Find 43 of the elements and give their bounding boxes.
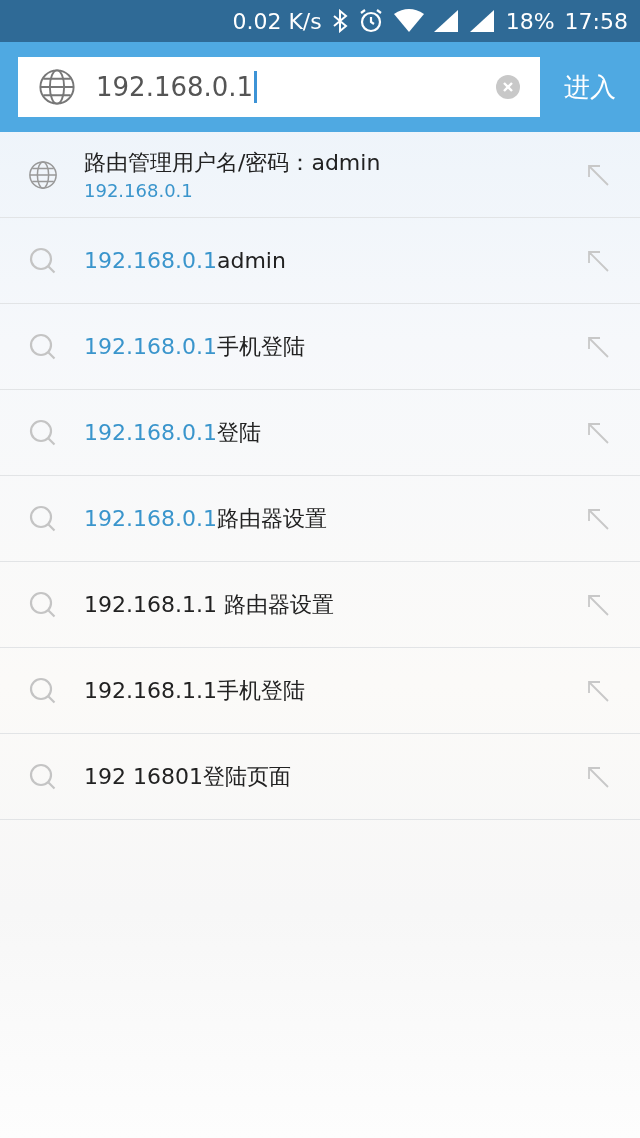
signal-icon bbox=[433, 9, 460, 33]
suggestion-item[interactable]: 路由管理用户名/密码：admin 192.168.0.1 bbox=[0, 132, 640, 218]
suggestion-text: 192 16801登陆页面 bbox=[84, 762, 292, 791]
clock: 17:58 bbox=[564, 8, 628, 34]
signal-icon bbox=[469, 9, 496, 33]
suggestion-item[interactable]: 192.168.0.1路由器设置 bbox=[0, 476, 640, 562]
arrow-icon[interactable] bbox=[586, 506, 610, 531]
arrow-icon[interactable] bbox=[586, 162, 610, 187]
search-icon bbox=[28, 761, 58, 792]
arrow-icon[interactable] bbox=[586, 248, 610, 273]
search-icon bbox=[28, 503, 58, 534]
search-icon bbox=[28, 245, 58, 276]
suggestion-url: 192.168.0.1 bbox=[84, 180, 194, 201]
suggestion-text: 192.168.0.1手机登陆 bbox=[84, 332, 306, 361]
suggestion-text: 192.168.1.1 路由器设置 bbox=[84, 590, 335, 619]
arrow-icon[interactable] bbox=[586, 764, 610, 789]
arrow-icon[interactable] bbox=[586, 420, 610, 445]
arrow-icon[interactable] bbox=[586, 334, 610, 359]
wifi-icon bbox=[393, 9, 424, 33]
network-speed: 0.02 K/s bbox=[232, 8, 322, 34]
search-icon bbox=[28, 589, 58, 620]
battery-level: 18% bbox=[505, 8, 555, 34]
search-icon bbox=[28, 675, 58, 706]
suggestion-item[interactable]: 192.168.0.1登陆 bbox=[0, 390, 640, 476]
bluetooth-icon bbox=[331, 9, 348, 33]
suggestion-text: 192.168.0.1路由器设置 bbox=[84, 504, 328, 533]
globe-icon bbox=[28, 159, 58, 190]
arrow-icon[interactable] bbox=[586, 678, 610, 703]
suggestion-item[interactable]: 192.168.0.1手机登陆 bbox=[0, 304, 640, 390]
suggestion-title: 路由管理用户名/密码：admin bbox=[84, 149, 382, 177]
search-icon bbox=[28, 417, 58, 448]
globe-icon bbox=[38, 68, 76, 106]
suggestion-text: 192.168.0.1登陆 bbox=[84, 418, 262, 447]
suggestion-item[interactable]: 192.168.0.1admin bbox=[0, 218, 640, 304]
arrow-icon[interactable] bbox=[586, 592, 610, 617]
suggestion-item[interactable]: 192 16801登陆页面 bbox=[0, 734, 640, 820]
search-icon bbox=[28, 331, 58, 362]
address-field[interactable]: 192.168.0.1 bbox=[18, 57, 540, 117]
suggestion-text: 192.168.1.1手机登陆 bbox=[84, 676, 306, 705]
suggestion-text: 192.168.0.1admin bbox=[84, 248, 287, 273]
suggestion-item[interactable]: 192.168.1.1手机登陆 bbox=[0, 648, 640, 734]
suggestion-item[interactable]: 192.168.1.1 路由器设置 bbox=[0, 562, 640, 648]
clear-icon[interactable] bbox=[496, 75, 520, 99]
